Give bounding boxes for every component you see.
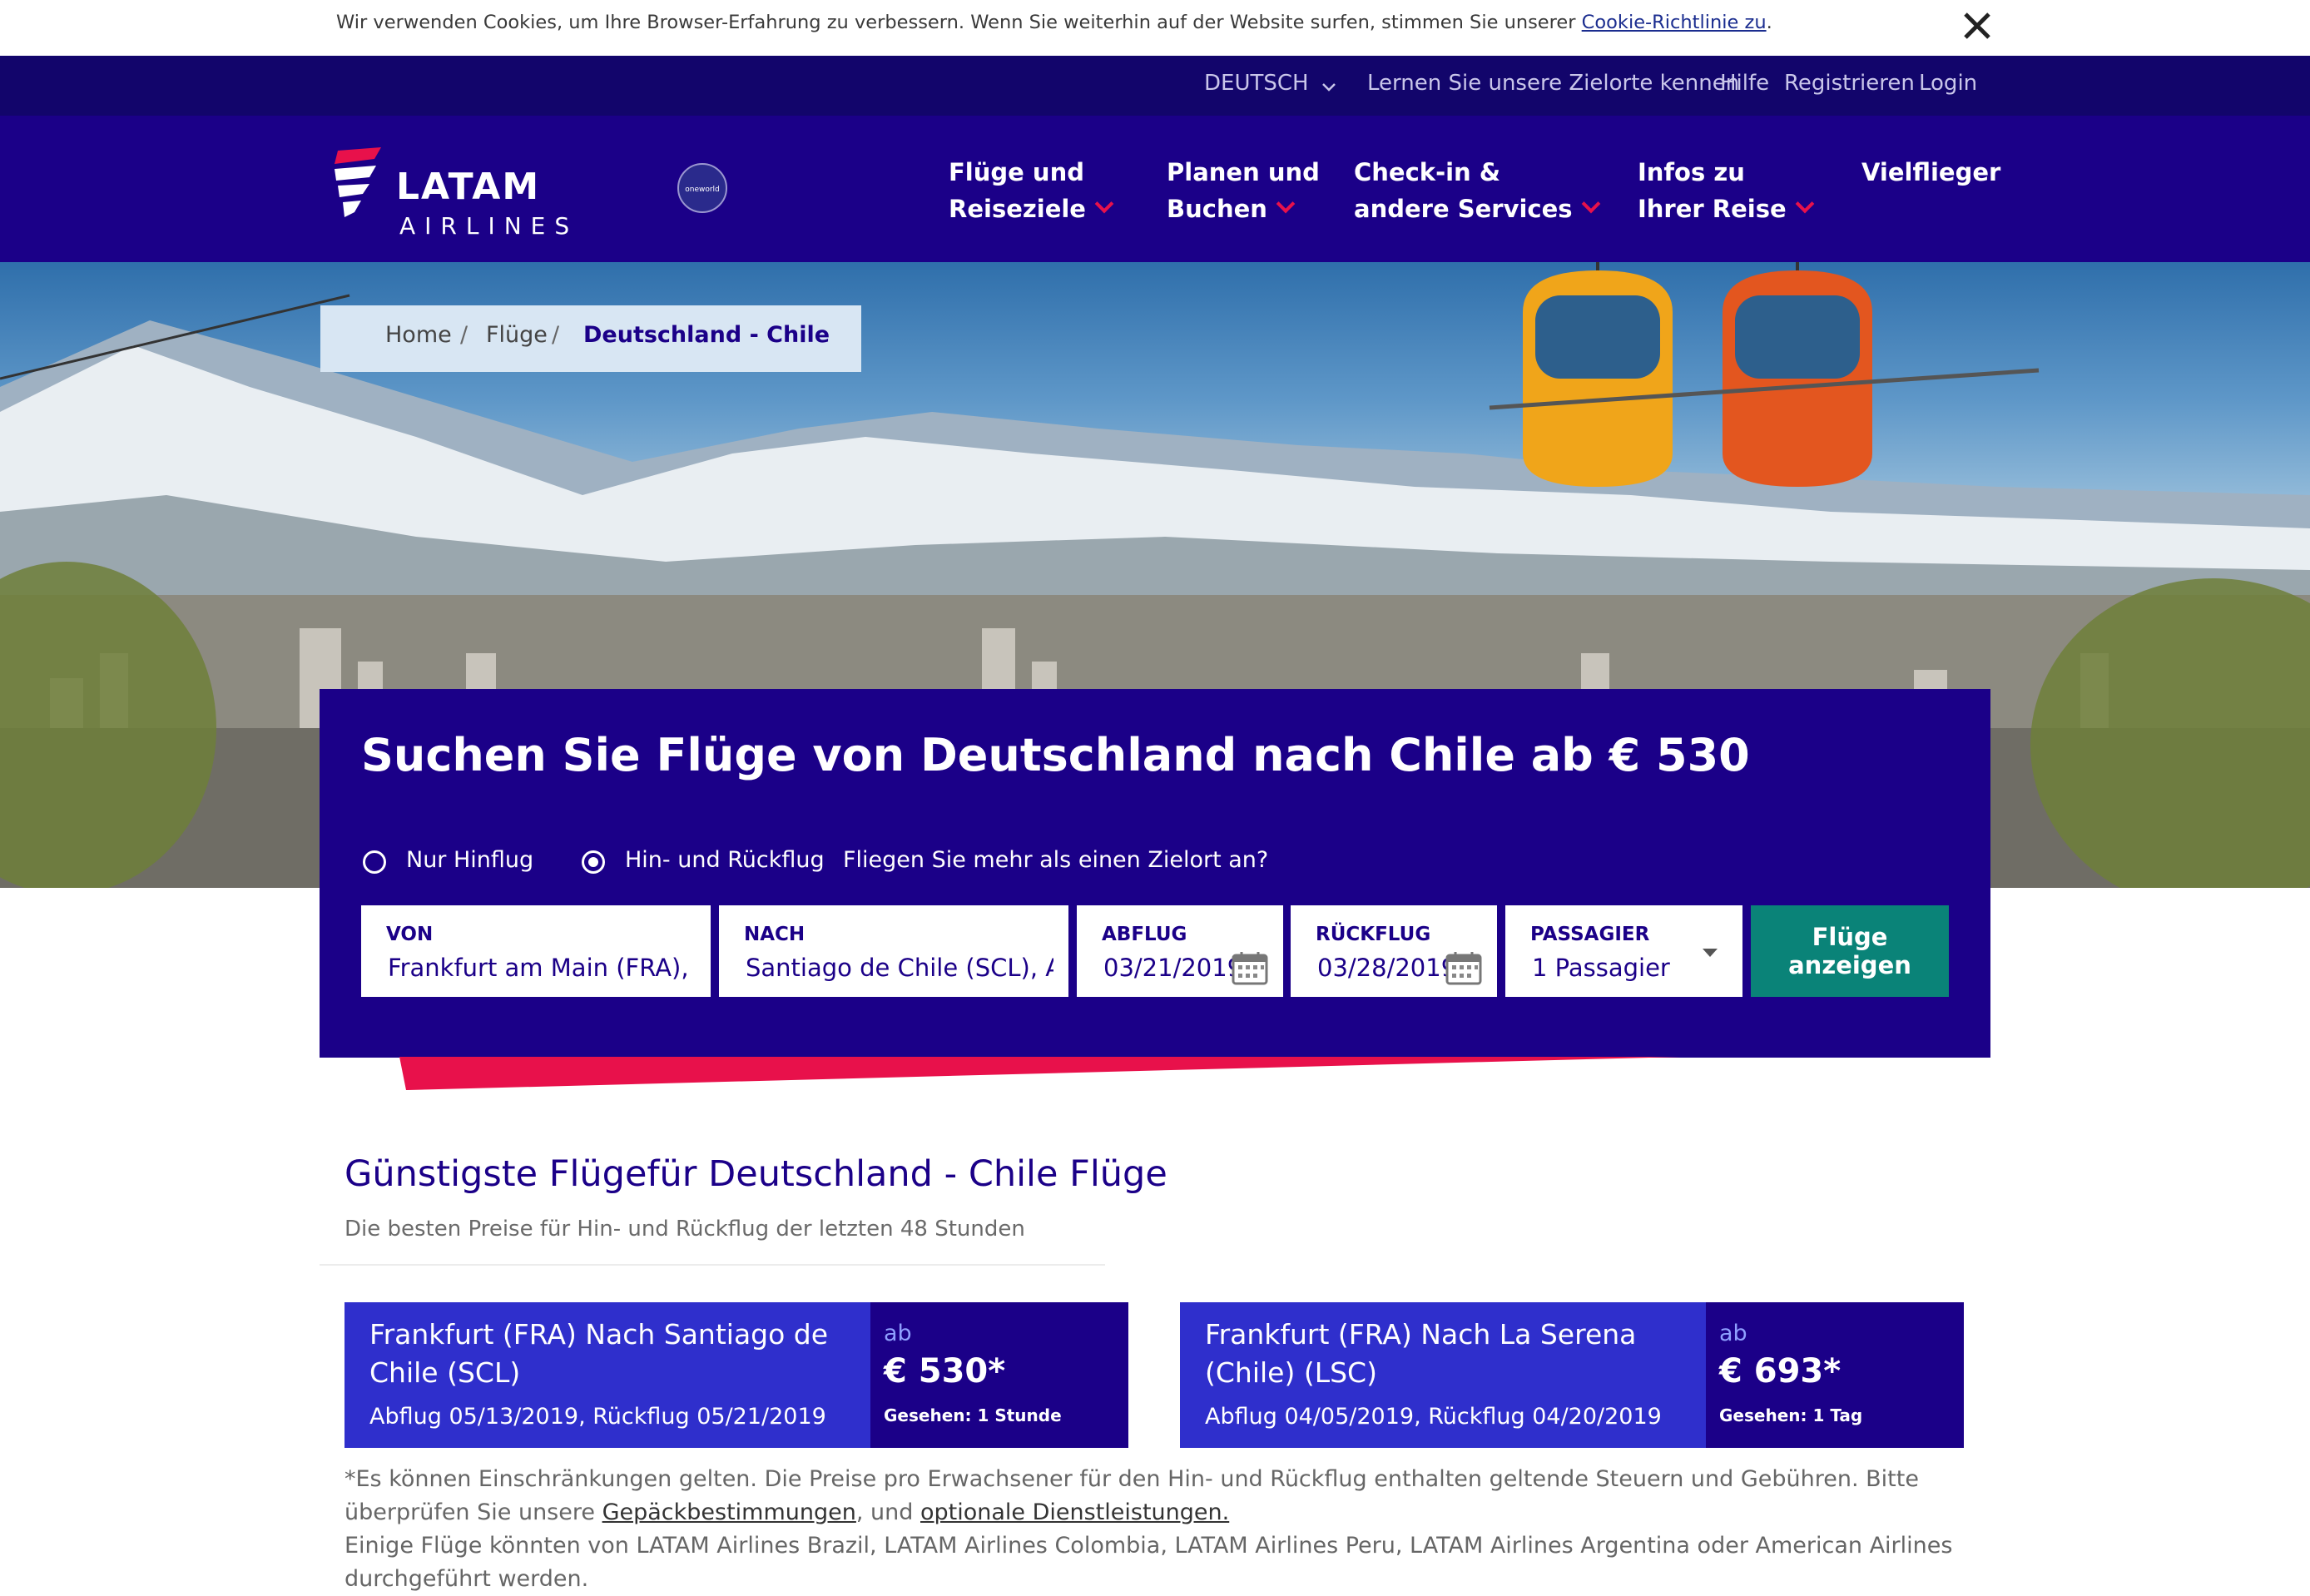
latam-logo[interactable]: LATAM AIRLINES [333, 141, 591, 240]
calendar-icon[interactable] [1232, 950, 1268, 985]
link-help[interactable]: Hilfe [1720, 71, 1769, 96]
deal-card-route-panel: Frankfurt (FRA) Nach La Serena (Chile) (… [1180, 1302, 1706, 1448]
search-flights-button[interactable]: Flüge anzeigen [1751, 905, 1949, 997]
radio-label: Nur Hinflug [406, 847, 534, 873]
caret-down-icon [1703, 949, 1718, 957]
search-title: Suchen Sie Flüge von Deutschland nach Ch… [361, 729, 1750, 781]
nav-label: andere Services [1354, 195, 1573, 223]
deal-dates: Abflug 05/13/2019, Rückflug 05/21/2019 [369, 1404, 826, 1430]
nav-frequent-flyer[interactable]: Vielflieger [1861, 154, 2000, 191]
logo-wordmark: LATAM [396, 166, 541, 208]
nav-label: Planen und [1167, 158, 1320, 186]
multi-city-link[interactable]: Fliegen Sie mehr als einen Zielort an? [843, 847, 1268, 873]
breadcrumb-separator: / [552, 322, 560, 348]
deal-card[interactable]: Frankfurt (FRA) Nach Santiago de Chile (… [345, 1302, 1128, 1448]
deal-card-route-panel: Frankfurt (FRA) Nach Santiago de Chile (… [345, 1302, 870, 1448]
deal-card-price-panel: ab € 530* Gesehen: 1 Stunde [870, 1302, 1128, 1448]
from-input[interactable]: Frankfurt am Main (FRA), F [388, 954, 696, 982]
deals-title: Günstigste Flügefür Deutschland - Chile … [345, 1153, 1167, 1195]
breadcrumb: Home / Flüge / Deutschland - Chile [320, 305, 861, 372]
cookie-text: Wir verwenden Cookies, um Ihre Browser-E… [336, 12, 1772, 33]
language-label: DEUTSCH [1204, 71, 1309, 96]
nav-label: Vielflieger [1861, 158, 2001, 186]
field-label: VON [386, 924, 434, 945]
chevron-down-icon [1321, 83, 1336, 92]
nav-label: Reiseziele [949, 195, 1086, 223]
cookie-suffix: . [1766, 12, 1772, 33]
nav-plan-book[interactable]: Planen und Buchen [1167, 154, 1320, 227]
breadcrumb-home[interactable]: Home [385, 322, 452, 348]
nav-label: Buchen [1167, 195, 1267, 223]
return-date-input[interactable]: 03/28/2019 [1317, 954, 1456, 982]
nav-label: Ihrer Reise [1638, 195, 1787, 223]
passenger-value: 1 Passagier [1532, 954, 1670, 982]
nav-trip-info[interactable]: Infos zu Ihrer Reise [1638, 154, 1815, 227]
disclaimer-operators: Einige Flüge könnten von LATAM Airlines … [345, 1533, 1953, 1592]
nav-checkin-services[interactable]: Check-in & andere Services [1354, 154, 1600, 227]
chevron-down-icon [1581, 194, 1600, 214]
deal-seen: Gesehen: 1 Stunde [884, 1405, 1062, 1425]
logo-subtitle: AIRLINES [399, 212, 579, 240]
field-label: ABFLUG [1102, 924, 1187, 945]
multi-city-label: Fliegen Sie mehr als einen Zielort an? [843, 847, 1269, 873]
deal-price: € 693* [1719, 1352, 1842, 1390]
deal-from-label: ab [1719, 1321, 1747, 1346]
deal-card[interactable]: Frankfurt (FRA) Nach La Serena (Chile) (… [1180, 1302, 1964, 1448]
cookie-message: Wir verwenden Cookies, um Ihre Browser-E… [336, 12, 1582, 33]
deal-seen: Gesehen: 1 Tag [1719, 1405, 1863, 1425]
to-input[interactable]: Santiago de Chile (SCL), A. [746, 954, 1053, 982]
chevron-down-icon [1795, 194, 1815, 214]
nav-label: Check-in & [1354, 158, 1501, 186]
deal-dates: Abflug 04/05/2019, Rückflug 04/20/2019 [1205, 1404, 1662, 1430]
utility-bar: DEUTSCH Lernen Sie unsere Zielorte kenne… [0, 56, 2310, 116]
departure-date-input[interactable]: 03/21/2019 [1103, 954, 1242, 982]
link-destinations[interactable]: Lernen Sie unsere Zielorte kennen [1367, 71, 1739, 96]
gondola-yellow [1523, 262, 1673, 487]
nav-label: Infos zu [1638, 158, 1745, 186]
link-register[interactable]: Registrieren [1784, 71, 1915, 96]
disclaimer: *Es können Einschränkungen gelten. Die P… [345, 1463, 1975, 1596]
main-header: LATAM AIRLINES oneworld Flüge und Reisez… [0, 116, 2310, 262]
to-field[interactable]: NACH Santiago de Chile (SCL), A. [719, 905, 1068, 997]
chevron-down-icon [1094, 194, 1114, 214]
divider [320, 1264, 1105, 1266]
flight-search-panel: Suchen Sie Flüge von Deutschland nach Ch… [320, 689, 1990, 1058]
close-icon[interactable] [1961, 9, 1994, 42]
passenger-select[interactable]: PASSAGIER 1 Passagier [1505, 905, 1742, 997]
breadcrumb-current: Deutschland - Chile [583, 322, 830, 348]
link-login[interactable]: Login [1919, 71, 1977, 96]
departure-date-field[interactable]: ABFLUG 03/21/2019 [1077, 905, 1283, 997]
language-selector[interactable]: DEUTSCH [1204, 71, 1337, 96]
breadcrumb-separator: / [460, 322, 468, 348]
calendar-icon[interactable] [1445, 950, 1482, 985]
deal-route: Frankfurt (FRA) Nach Santiago de Chile (… [369, 1318, 829, 1389]
gondola-orange [1723, 262, 1872, 487]
latam-logo-mark [335, 147, 381, 217]
accent-stripe [399, 1057, 1681, 1090]
field-label: PASSAGIER [1530, 924, 1650, 945]
deal-route: Frankfurt (FRA) Nach La Serena (Chile) (… [1205, 1318, 1637, 1389]
field-label: NACH [744, 924, 806, 945]
optional-services-link[interactable]: optionale Dienstleistungen. [920, 1499, 1229, 1525]
return-date-field[interactable]: RÜCKFLUG 03/28/2019 [1291, 905, 1497, 997]
nav-label: Flüge und [949, 158, 1084, 186]
radio-circle-selected [582, 850, 605, 874]
nav-flights-destinations[interactable]: Flüge und Reiseziele [949, 154, 1114, 227]
baggage-rules-link[interactable]: Gepäckbestimmungen [602, 1499, 856, 1525]
field-label: RÜCKFLUG [1316, 924, 1431, 945]
radio-circle [363, 850, 386, 874]
disclaimer-text: , und [855, 1499, 920, 1525]
deal-from-label: ab [884, 1321, 912, 1346]
from-field[interactable]: VON Frankfurt am Main (FRA), F [361, 905, 711, 997]
chevron-down-icon [1276, 194, 1296, 214]
cookie-bar: Wir verwenden Cookies, um Ihre Browser-E… [0, 0, 2310, 56]
deal-price: € 530* [884, 1352, 1006, 1390]
breadcrumb-flights[interactable]: Flüge [486, 322, 548, 348]
oneworld-logo: oneworld [677, 163, 727, 213]
deal-card-price-panel: ab € 693* Gesehen: 1 Tag [1706, 1302, 1964, 1448]
deals-subtitle: Die besten Preise für Hin- und Rückflug … [345, 1217, 1025, 1242]
cookie-policy-link[interactable]: Cookie-Richtlinie zu [1582, 12, 1767, 33]
radio-label: Hin- und Rückflug [625, 847, 825, 873]
